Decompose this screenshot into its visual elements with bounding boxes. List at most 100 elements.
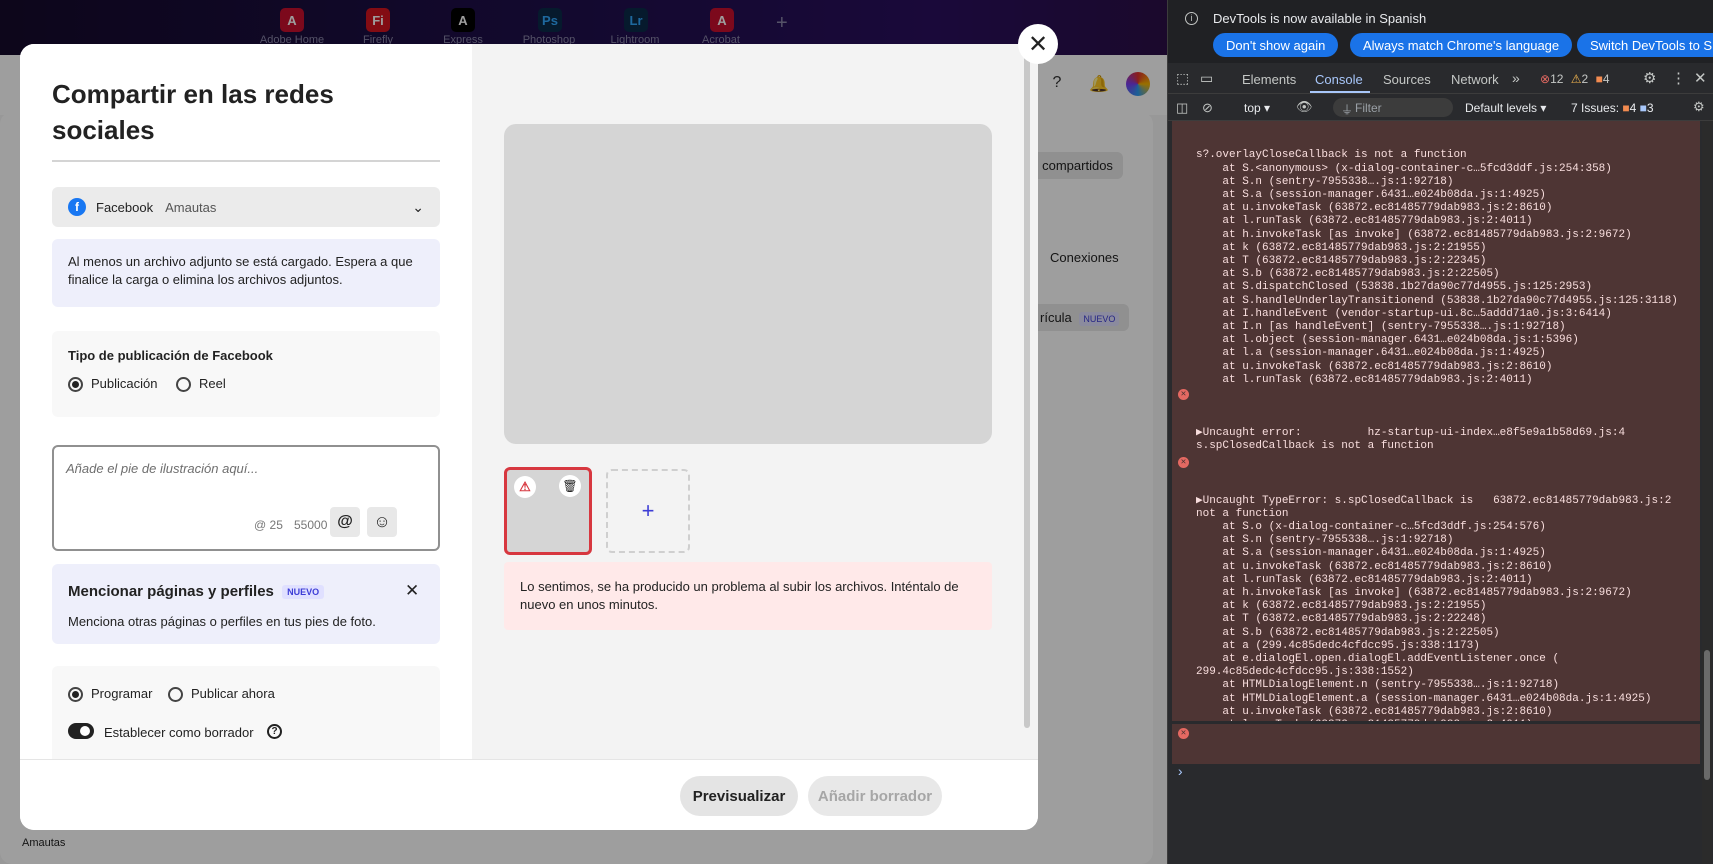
console-scrollbar-thumb[interactable] (1704, 650, 1710, 780)
console-error-entry[interactable]: s?.overlayCloseCallback is not a functio… (1172, 121, 1700, 390)
console-line: at S.a (session-manager.6431…e024b08da.j… (1196, 189, 1546, 202)
console-line: 299.4c85dedc4cfdcc95.js:338:1552) (1196, 666, 1414, 679)
account-selector[interactable]: f Facebook Amautas ⌄ (52, 187, 440, 227)
tab-network[interactable]: Network (1451, 72, 1499, 87)
warning-icon: ⚠ (514, 476, 536, 498)
issue-info-icon: ■ (1639, 101, 1647, 115)
log-levels-label: Default levels (1465, 101, 1538, 115)
console-line: at I.handleEvent (vendor-startup-ui.8c…5… (1196, 307, 1612, 320)
trash-icon[interactable]: 🗑 (559, 475, 581, 497)
error-count-badge[interactable]: ⊗12 ⚠2 ■4 (1540, 72, 1610, 86)
console-error-entry[interactable]: ✕ ▶Uncaught error: hz-startup-ui-index…e… (1172, 385, 1700, 454)
console-line: at T (63872.ec81485779dab983.js:2:22248) (1196, 613, 1487, 626)
devtools-tabbar: ⬚ ▭ Elements Console Sources Network » ⊗… (1168, 64, 1713, 94)
filter-icon: ⏚ (1341, 103, 1354, 117)
radio-selected-icon (68, 377, 83, 393)
filter-input[interactable]: ⏚ Filter (1333, 98, 1453, 117)
issues-summary[interactable]: 7 Issues: ■4 ■3 (1571, 101, 1654, 115)
tab-sources[interactable]: Sources (1383, 72, 1431, 87)
tab-elements[interactable]: Elements (1242, 72, 1296, 87)
log-levels-dropdown[interactable]: Default levels ▾ (1465, 101, 1546, 115)
console-line: at S.n (sentry-7955338….js:1:92718) (1196, 534, 1454, 547)
banner-text: DevTools is now available in Spanish (1213, 11, 1427, 26)
post-type-title: Tipo de publicación de Facebook (68, 348, 273, 363)
close-icon[interactable]: ✕ (405, 581, 419, 601)
media-preview-column: ⚠ 🗑 + Lo sentimos, se ha producido un pr… (472, 44, 1038, 759)
post-type-section: Tipo de publicación de Facebook Publicac… (52, 331, 440, 417)
console-line: at k (63872.ec81485779dab983.js:2:21955) (1196, 241, 1487, 254)
close-dialog-button[interactable]: ✕ (1018, 24, 1058, 64)
console-line: at l.object (session-manager.6431…e024b0… (1196, 334, 1579, 347)
schedule-option-programar[interactable]: Programar (68, 686, 153, 703)
more-tabs-icon[interactable]: » (1512, 70, 1520, 86)
character-limit: 55000 (294, 518, 328, 532)
tab-console[interactable]: Console (1315, 72, 1363, 87)
radio-selected-icon (68, 687, 83, 703)
error-count: 12 (1550, 72, 1564, 86)
preview-button[interactable]: Previsualizar (680, 776, 798, 816)
console-line: not a function (1196, 507, 1289, 520)
more-options-icon[interactable]: ⋮ (1671, 69, 1686, 87)
emoji-button[interactable]: ☺ (367, 507, 397, 537)
mention-button[interactable]: @ (330, 507, 360, 537)
inspect-element-icon[interactable]: ⬚ (1176, 70, 1189, 87)
always-match-language-button[interactable]: Always match Chrome's language (1350, 33, 1573, 57)
dialog-form-column: Compartir en las redes sociales f Facebo… (20, 44, 472, 766)
console-log: s?.overlayCloseCallback is not a functio… (1168, 121, 1713, 864)
console-line: at l.runTask (63872.ec81485779dab983.js:… (1196, 215, 1533, 228)
schedule-option-label: Publicar ahora (191, 686, 275, 701)
issue-info-count: 3 (1646, 101, 1654, 115)
dont-show-again-button[interactable]: Don't show again (1213, 33, 1339, 57)
live-expression-icon[interactable]: 👁 (1296, 99, 1313, 115)
error-icon: ⊗ (1540, 72, 1551, 86)
console-line: at S.b (63872.ec81485779dab983.js:2:2250… (1196, 626, 1500, 639)
sidebar-toggle-icon[interactable]: ◫ (1176, 100, 1188, 116)
error-stack-text: s?.overlayCloseCallback is not a functio… (1196, 149, 1700, 390)
context-selector[interactable]: top ▾ (1244, 101, 1270, 115)
add-draft-button[interactable]: Añadir borrador (808, 776, 942, 816)
mention-counter: @ 25 (254, 518, 283, 532)
schedule-option-label: Programar (91, 686, 153, 701)
console-line: at S.n (sentry-7955338….js:1:92718) (1196, 175, 1454, 188)
error-icon: ✕ (1178, 728, 1189, 739)
filter-placeholder: Filter (1355, 101, 1382, 115)
console-line: at S.a (session-manager.6431…e024b08da.j… (1196, 547, 1546, 560)
settings-gear-icon[interactable]: ⚙ (1643, 69, 1656, 87)
console-line: ▶Uncaught error: hz-startup-ui-index…e8f… (1196, 426, 1626, 439)
post-type-option-publicacion[interactable]: Publicación (68, 376, 158, 393)
console-line: at l.runTask (63872.ec81485779dab983.js:… (1196, 573, 1533, 586)
error-icon: ✕ (1178, 457, 1189, 468)
draft-toggle[interactable] (68, 723, 94, 739)
console-prompt[interactable]: › (1176, 766, 1184, 780)
active-tab-indicator (1310, 91, 1370, 93)
console-error-entry[interactable]: ✕ ▶Uncaught TypeError: s.spClosedCallbac… (1172, 453, 1700, 721)
console-line: at u.invokeTask (63872.ec81485779dab983.… (1196, 560, 1553, 573)
device-toolbar-icon[interactable]: ▭ (1200, 70, 1213, 87)
new-badge: NUEVO (282, 585, 325, 600)
console-line: s?.overlayCloseCallback is not a functio… (1196, 149, 1467, 162)
add-media-button[interactable]: + (606, 469, 690, 553)
switch-language-button[interactable]: Switch DevTools to Sp (1577, 33, 1713, 57)
console-line: ▶Uncaught TypeError: s.spClosedCallback … (1196, 494, 1672, 507)
dialog-scrollbar[interactable] (1024, 44, 1030, 728)
issues-label: 7 Issues: (1571, 101, 1620, 115)
upload-error-message: Lo sentimos, se ha producido un problema… (504, 562, 992, 630)
account-name-label: Amautas (165, 199, 217, 215)
clear-console-icon[interactable]: ⊘ (1202, 100, 1213, 116)
console-settings-icon[interactable]: ⚙ (1693, 99, 1705, 115)
console-line: at S.o (x-dialog-container-c…5fcd3ddf.js… (1196, 521, 1546, 534)
radio-unselected-icon (168, 687, 183, 703)
language-banner: i DevTools is now available in Spanish D… (1168, 0, 1713, 63)
caption-textarea[interactable]: Añade el pie de ilustración aquí... @ 25… (52, 445, 440, 551)
warning-icon: ⚠ (1570, 72, 1582, 86)
schedule-option-publicar-ahora[interactable]: Publicar ahora (168, 686, 275, 703)
mentions-title: Mencionar páginas y perfiles NUEVO (68, 583, 325, 600)
post-type-option-reel[interactable]: Reel (176, 376, 226, 393)
help-icon[interactable]: ? (267, 724, 282, 739)
console-error-entry[interactable]: ✕ ▶POST 63872.ec81485779dab983.js:2https… (1172, 724, 1700, 764)
mentions-description: Menciona otras páginas o perfiles en tus… (68, 614, 376, 629)
failed-media-thumbnail[interactable]: ⚠ 🗑 (504, 467, 592, 555)
console-line: at HTMLDialogElement.a (session-manager.… (1196, 692, 1652, 705)
close-devtools-icon[interactable]: ✕ (1694, 69, 1707, 87)
console-line: at l.a (session-manager.6431…e024b08da.j… (1196, 347, 1546, 360)
